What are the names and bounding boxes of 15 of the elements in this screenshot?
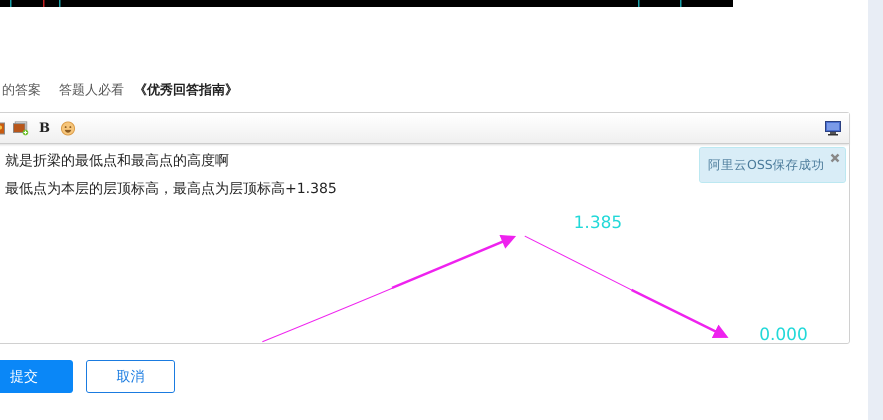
answer-text: 最低点为本层的层顶标高，最高点为层顶标高+1.385: [5, 180, 337, 199]
bold-button[interactable]: B: [37, 120, 52, 136]
guide-link[interactable]: 《优秀回答指南》: [134, 81, 238, 99]
smiley-icon[interactable]: [60, 120, 76, 136]
monitor-icon[interactable]: [825, 120, 841, 136]
elevation-label: 0.000: [759, 324, 808, 344]
elevation-label: 1.385: [574, 212, 622, 232]
image-add-icon[interactable]: [13, 120, 29, 136]
cancel-button[interactable]: 取消: [86, 360, 175, 393]
answer-link[interactable]: 的答案: [2, 81, 41, 99]
answer-link[interactable]: 答题人必看: [59, 81, 124, 99]
close-icon[interactable]: [830, 153, 840, 163]
answer-text: 就是折梁的最低点和最高点的高度啊: [5, 152, 229, 171]
notification-text: 阿里云OSS保存成功: [708, 156, 825, 174]
submit-button[interactable]: 提交: [0, 360, 73, 393]
